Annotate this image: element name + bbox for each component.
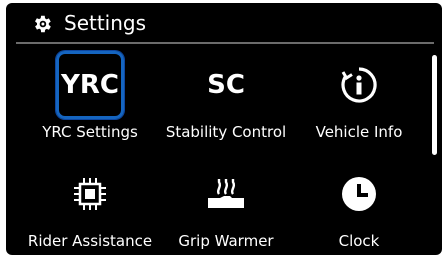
grip-warmer-icon (208, 179, 244, 208)
tile-label: Rider Assistance (27, 232, 153, 250)
sc-icon: SC (207, 70, 245, 100)
clock-icon (342, 177, 376, 211)
tile-clock[interactable]: Clock (290, 154, 428, 255)
tile-label: Clock (338, 232, 380, 250)
info-icon (341, 67, 377, 103)
tile-yrc-settings[interactable]: YRC YRC Settings (21, 45, 159, 149)
tile-rider-assistance[interactable]: Rider Assistance (21, 154, 159, 255)
header-divider (16, 42, 434, 44)
page-title: Settings (64, 11, 147, 35)
header: Settings (6, 3, 442, 41)
tile-grip-warmer[interactable]: Grip Warmer (157, 154, 295, 255)
tile-label: Grip Warmer (178, 232, 274, 250)
scrollbar[interactable] (432, 55, 437, 245)
selection-highlight: YRC (56, 51, 124, 119)
yrc-icon: YRC (61, 70, 119, 100)
tile-label: YRC Settings (42, 123, 138, 141)
tile-label: Stability Control (165, 123, 287, 141)
gear-icon (35, 15, 51, 33)
tile-vehicle-info[interactable]: Vehicle Info (290, 45, 428, 149)
settings-screen: Settings YRC YRC Settings SC Stability C… (6, 3, 442, 255)
scrollbar-thumb[interactable] (432, 55, 437, 155)
tile-stability-control[interactable]: SC Stability Control (157, 45, 295, 149)
chip-icon (74, 178, 106, 210)
tile-label: Vehicle Info (315, 123, 403, 141)
